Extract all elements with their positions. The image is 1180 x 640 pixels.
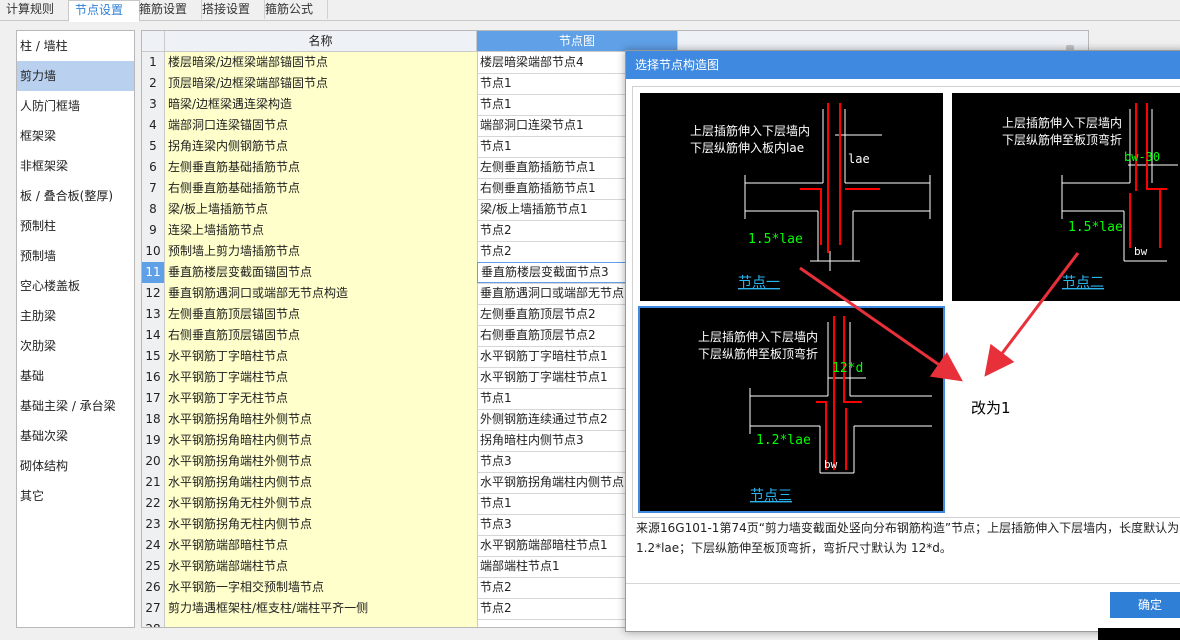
arrow-from-node-2 (984, 252, 1080, 377)
annotation-arrows (799, 252, 1080, 382)
background-canvas-edge (1098, 628, 1180, 640)
annotation-text: 改为1 (971, 399, 1011, 417)
arrow-from-node-1 (799, 266, 963, 382)
